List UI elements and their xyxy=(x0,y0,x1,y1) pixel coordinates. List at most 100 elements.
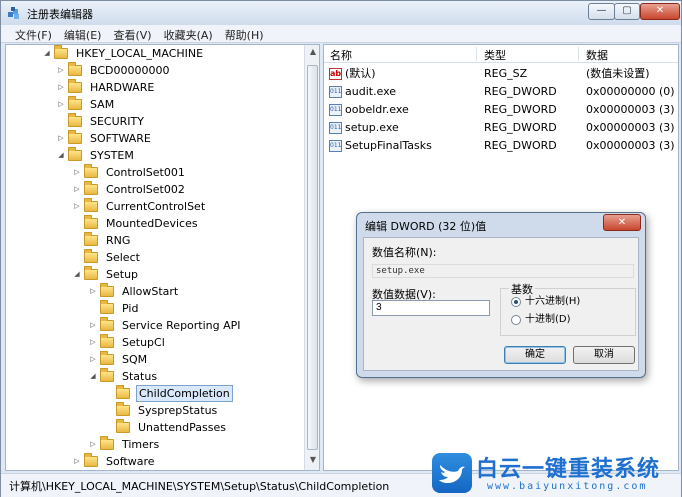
watermark: 白云一键重装系统 www.baiyunxitong.com xyxy=(432,451,680,496)
folder-icon xyxy=(68,79,82,93)
tree-scrollbar[interactable]: ▲ ▼ xyxy=(304,45,319,470)
expander-icon[interactable]: ▷ xyxy=(72,198,82,215)
tree-scroll-thumb[interactable] xyxy=(307,65,318,450)
tree-item-label: SetupCl xyxy=(122,336,165,349)
column-type[interactable]: 类型 xyxy=(484,47,506,63)
expander-icon[interactable]: ▷ xyxy=(72,453,82,470)
string-value-icon: ab xyxy=(329,68,342,80)
folder-icon xyxy=(116,402,130,416)
folder-icon xyxy=(100,368,114,382)
watermark-title: 白云一键重装系统 xyxy=(476,457,661,482)
tree-item-label: SAM xyxy=(90,98,115,111)
value-type: REG_DWORD xyxy=(484,85,557,98)
value-row[interactable]: 011 SetupFinalTasks REG_DWORD 0x00000003 (3… xyxy=(324,137,678,155)
folder-icon xyxy=(84,266,98,280)
value-type: REG_SZ xyxy=(484,67,528,80)
window-title: 注册表编辑器 xyxy=(27,8,93,21)
expander-icon[interactable]: ▷ xyxy=(88,283,98,300)
column-name[interactable]: 名称 xyxy=(330,47,352,63)
dec-label: 十进制(D) xyxy=(525,314,571,325)
hex-label: 十六进制(H) xyxy=(525,296,581,307)
tree-item-label: ControlSet002 xyxy=(106,183,185,196)
expander-icon[interactable]: ▷ xyxy=(56,96,66,113)
value-data: 0x00000003 (3) xyxy=(586,103,675,116)
cancel-button[interactable]: 取消 xyxy=(573,346,635,364)
value-type: REG_DWORD xyxy=(484,121,557,134)
scroll-down-icon[interactable]: ▼ xyxy=(305,455,319,464)
value-row[interactable]: 011 oobeldr.exe REG_DWORD 0x00000003 (3) xyxy=(324,101,678,119)
menu-edit[interactable]: 编辑(E) xyxy=(58,25,108,43)
expander-icon[interactable]: ▷ xyxy=(88,436,98,453)
tree-item-label: ChildCompletion xyxy=(136,385,233,402)
registry-editor-icon xyxy=(8,7,19,19)
tree-item-label: Service Reporting API xyxy=(122,319,241,332)
value-type: REG_DWORD xyxy=(484,103,557,116)
folder-icon xyxy=(116,419,130,433)
folder-icon xyxy=(100,351,114,365)
tree-item-label: HKEY_LOCAL_MACHINE xyxy=(76,47,204,60)
expander-icon[interactable]: ▷ xyxy=(56,79,66,96)
expander-icon[interactable]: ◢ xyxy=(56,147,66,164)
folder-icon xyxy=(68,96,82,110)
tree-item-label: Select xyxy=(106,251,140,264)
maximize-button[interactable]: ▢ xyxy=(614,3,640,20)
value-name: setup.exe xyxy=(345,121,399,134)
expander-icon[interactable]: ▷ xyxy=(88,317,98,334)
value-data: (数值未设置) xyxy=(586,67,650,80)
tree-item-label: RNG xyxy=(106,234,131,247)
tree-item-label: Status xyxy=(122,370,158,383)
ok-button[interactable]: 确定 xyxy=(504,346,566,364)
menu-favorites[interactable]: 收藏夹(A) xyxy=(158,25,219,43)
value-name: oobeldr.exe xyxy=(345,103,409,116)
value-name: audit.exe xyxy=(345,85,397,98)
tree-item-label: Setup xyxy=(106,268,139,281)
edit-dword-dialog: 编辑 DWORD (32 位)值 ✕ 数值名称(N): setup.exe 数值… xyxy=(356,212,646,378)
tree-item-label: MountedDevices xyxy=(106,217,198,230)
folder-icon xyxy=(84,249,98,263)
minimize-button[interactable]: — xyxy=(588,3,615,20)
folder-icon xyxy=(84,453,98,467)
folder-icon xyxy=(116,385,130,399)
value-row[interactable]: 011 audit.exe REG_DWORD 0x00000000 (0) xyxy=(324,83,678,101)
value-data: 0x00000000 (0) xyxy=(586,85,675,98)
binary-value-icon: 011 xyxy=(329,140,342,152)
close-button[interactable]: ✕ xyxy=(640,3,680,20)
value-data: 0x00000003 (3) xyxy=(586,139,675,152)
folder-icon xyxy=(84,215,98,229)
radio-selected-icon[interactable] xyxy=(511,297,521,307)
value-name: (默认) xyxy=(345,67,376,80)
tree-item-label: SOFTWARE xyxy=(90,132,151,145)
expander-icon[interactable]: ▷ xyxy=(72,164,82,181)
menu-help[interactable]: 帮助(H) xyxy=(219,25,270,43)
binary-value-icon: 011 xyxy=(329,86,342,98)
column-data[interactable]: 数据 xyxy=(586,47,608,63)
expander-icon[interactable]: ▷ xyxy=(56,130,66,147)
scroll-up-icon[interactable]: ▲ xyxy=(305,47,319,56)
registry-tree[interactable]: ◢ HKEY_LOCAL_MACHINE ▷ BCD00000000 ▷ HARDWARE… xyxy=(5,44,320,471)
folder-icon xyxy=(54,45,68,59)
binary-value-icon: 011 xyxy=(329,122,342,134)
expander-icon[interactable]: ▷ xyxy=(88,351,98,368)
value-row[interactable]: ab (默认) REG_SZ (数值未设置) xyxy=(324,65,678,83)
title-bar[interactable]: 注册表编辑器 — ▢ ✕ xyxy=(1,1,681,25)
value-type: REG_DWORD xyxy=(484,139,557,152)
folder-icon xyxy=(100,283,114,297)
expander-icon[interactable]: ▷ xyxy=(88,334,98,351)
value-data-input[interactable]: 3 xyxy=(372,300,490,316)
dialog-body: 数值名称(N): setup.exe 数值数据(V): 3 基数 十六进制(H)… xyxy=(363,237,639,371)
expander-icon[interactable]: ◢ xyxy=(88,368,98,385)
expander-icon[interactable]: ◢ xyxy=(72,266,82,283)
radio-unselected-icon[interactable] xyxy=(511,315,521,325)
dialog-close-button[interactable]: ✕ xyxy=(603,214,641,231)
tree-item-label: UnattendPasses xyxy=(138,421,226,434)
expander-icon[interactable]: ▷ xyxy=(56,62,66,79)
tree-item-label: SYSTEM xyxy=(90,149,134,162)
value-row[interactable]: 011 setup.exe REG_DWORD 0x00000003 (3) xyxy=(324,119,678,137)
menu-file[interactable]: 文件(F) xyxy=(1,25,58,43)
expander-icon[interactable]: ▷ xyxy=(72,181,82,198)
folder-icon xyxy=(84,198,98,212)
base-group: 基数 十六进制(H) 十进制(D) xyxy=(500,281,636,336)
tree-item-label: AllowStart xyxy=(122,285,179,298)
expander-icon[interactable]: ◢ xyxy=(42,45,52,62)
menu-view[interactable]: 查看(V) xyxy=(107,25,157,43)
